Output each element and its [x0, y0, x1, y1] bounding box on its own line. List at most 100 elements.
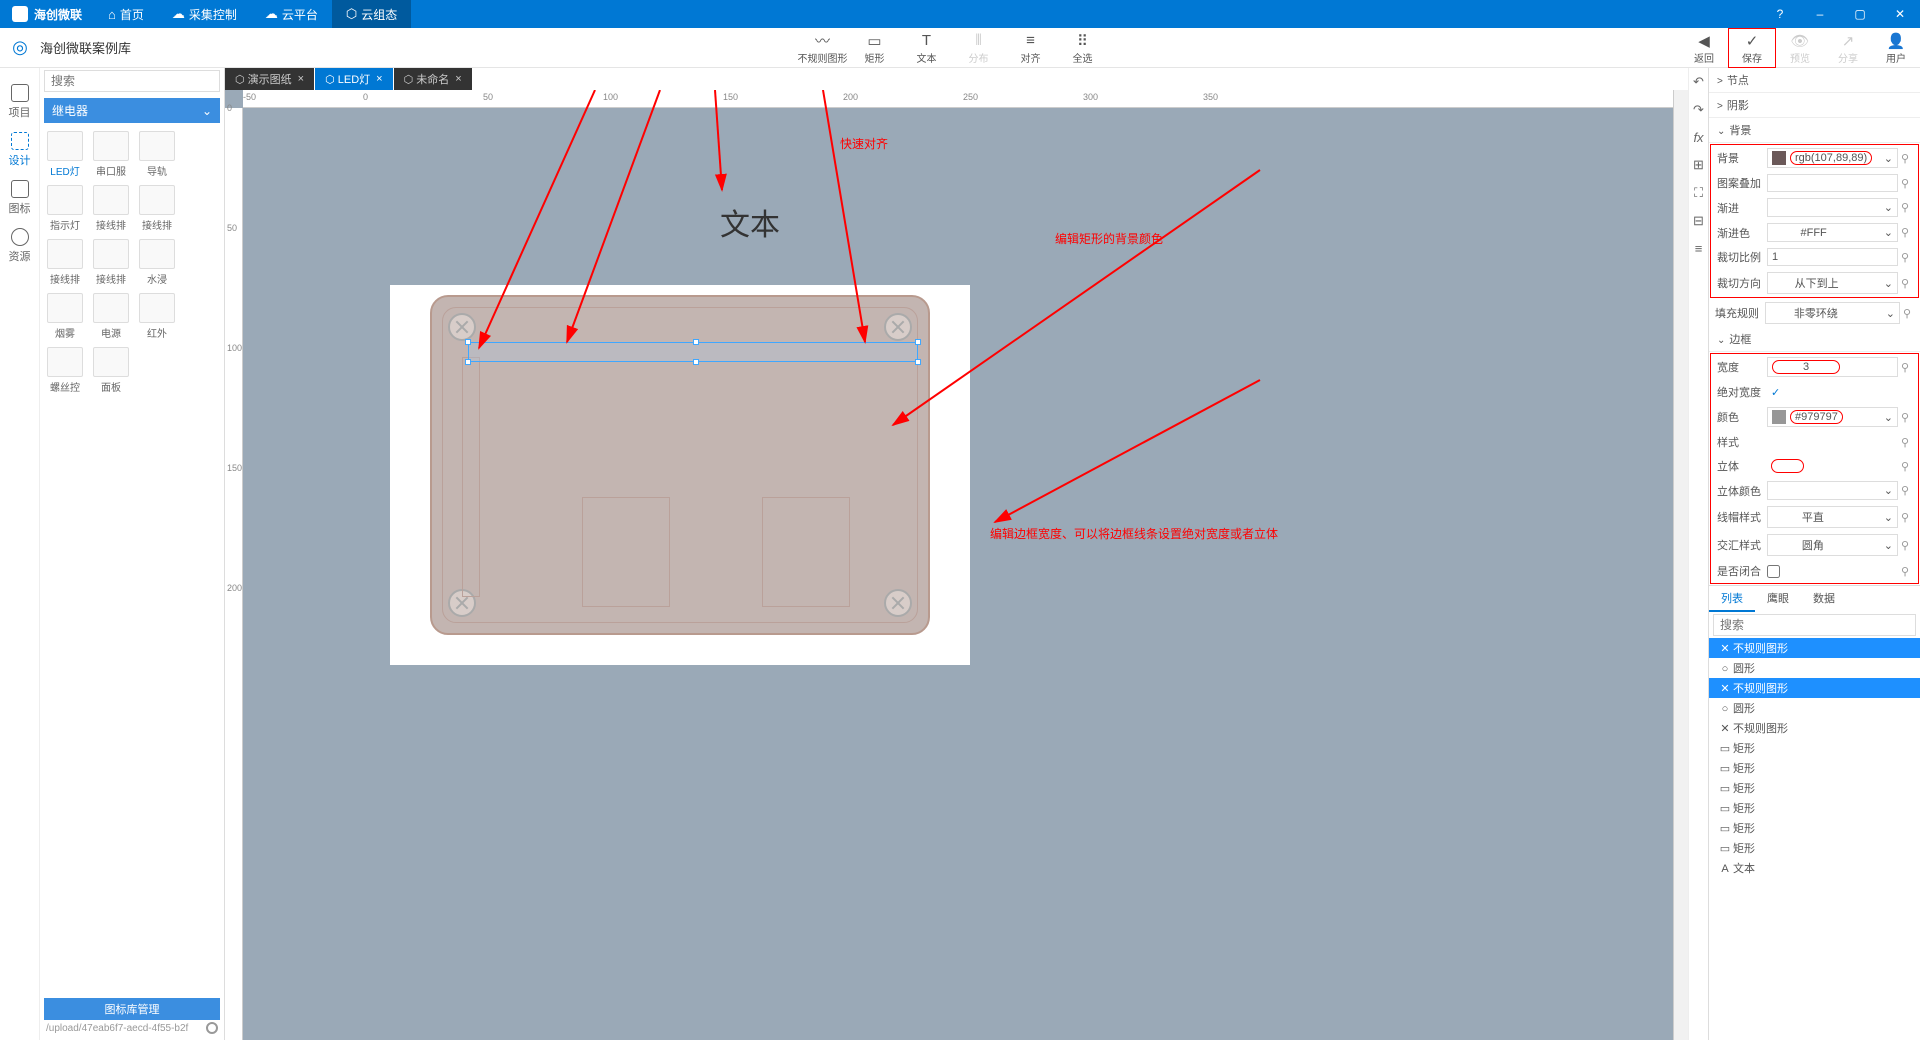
toolright-返回[interactable]: ◀返回: [1680, 28, 1728, 68]
layer-item[interactable]: ○圆形: [1709, 698, 1920, 718]
tool-对齐[interactable]: ≡对齐: [1005, 32, 1057, 65]
tab-eagle[interactable]: 鹰眼: [1755, 586, 1801, 612]
toolright-用户[interactable]: 👤用户: [1872, 28, 1920, 68]
gradcolor-field[interactable]: #FFF⌄: [1767, 223, 1898, 242]
grid-icon[interactable]: ⊞: [1693, 157, 1704, 173]
library-item[interactable]: 接线排: [136, 185, 178, 235]
fx-icon[interactable]: fx: [1693, 130, 1703, 145]
library-item[interactable]: 接线排: [90, 239, 132, 289]
nav-icons[interactable]: 图标: [0, 174, 40, 222]
tab[interactable]: ⬡ LED灯×: [315, 68, 393, 90]
library-item[interactable]: 串口服: [90, 131, 132, 181]
overlay-field[interactable]: [1767, 174, 1898, 192]
layer-list: ✕不规则图形○圆形✕不规则图形○圆形✕不规则图形▭矩形▭矩形▭矩形▭矩形▭矩形▭…: [1709, 638, 1920, 878]
layer-item[interactable]: ▭矩形: [1709, 818, 1920, 838]
library-manager-button[interactable]: 图标库管理: [44, 998, 220, 1020]
tool-文本[interactable]: T文本: [901, 32, 953, 65]
layer-item[interactable]: ▭矩形: [1709, 798, 1920, 818]
library-search-input[interactable]: [44, 70, 220, 92]
screw-icon[interactable]: [448, 313, 476, 341]
library-category[interactable]: 继电器⌄: [44, 98, 220, 123]
layer-search-input[interactable]: [1713, 614, 1916, 636]
device-shape[interactable]: [430, 295, 930, 635]
layer-item[interactable]: ✕不规则图形: [1709, 678, 1920, 698]
canvas-text-object[interactable]: 文本: [720, 200, 780, 244]
section-background[interactable]: 背景: [1709, 118, 1920, 143]
section-shadow[interactable]: 阴影: [1709, 93, 1920, 118]
tab[interactable]: ⬡ 演示图纸×: [225, 68, 314, 90]
toolright-分享[interactable]: ↗分享: [1824, 28, 1872, 68]
bg-color-field[interactable]: rgb(107,89,89)⌄: [1767, 148, 1898, 168]
selected-rect[interactable]: [468, 342, 918, 362]
menu-cfg[interactable]: ⬡云组态: [332, 0, 411, 28]
library-item[interactable]: 导轨: [136, 131, 178, 181]
layer-item[interactable]: ▭矩形: [1709, 758, 1920, 778]
library-item[interactable]: 红外: [136, 293, 178, 343]
library-item[interactable]: 面板: [90, 347, 132, 397]
device-slot[interactable]: [462, 357, 480, 597]
tool-全选[interactable]: ⠿全选: [1057, 32, 1109, 65]
layer-item[interactable]: ▭矩形: [1709, 838, 1920, 858]
cropdir-field[interactable]: 从下到上⌄: [1767, 272, 1898, 294]
list-icon[interactable]: ≡: [1695, 241, 1703, 256]
screw-icon[interactable]: [884, 589, 912, 617]
device-slot[interactable]: [582, 497, 670, 607]
library-item[interactable]: 螺丝控: [44, 347, 86, 397]
layer-item[interactable]: ○圆形: [1709, 658, 1920, 678]
sublogo-icon: ◎: [0, 37, 40, 58]
border-width-field[interactable]: 3: [1767, 357, 1898, 377]
maximize-icon[interactable]: ▢: [1840, 7, 1880, 21]
tab-data[interactable]: 数据: [1801, 586, 1847, 612]
nav-resource[interactable]: 资源: [0, 222, 40, 270]
menu-cloud[interactable]: ☁云平台: [251, 0, 332, 28]
device-slot[interactable]: [762, 497, 850, 607]
redo-icon[interactable]: ↷: [1693, 102, 1704, 118]
help-icon[interactable]: ?: [1760, 7, 1800, 21]
toolright-保存[interactable]: ✓保存: [1728, 28, 1776, 68]
library-item[interactable]: 接线排: [44, 239, 86, 289]
tool-矩形[interactable]: ▭矩形: [849, 32, 901, 65]
screw-icon[interactable]: [884, 313, 912, 341]
solid3d-field[interactable]: [1767, 457, 1898, 475]
tab-list[interactable]: 列表: [1709, 586, 1755, 612]
fillrule-field[interactable]: 非零环绕⌄: [1765, 302, 1900, 324]
border-style-field[interactable]: [1767, 433, 1898, 451]
section-border[interactable]: 边框: [1709, 327, 1920, 352]
library-item[interactable]: 电源: [90, 293, 132, 343]
cropratio-field[interactable]: 1: [1767, 248, 1898, 266]
layer-item[interactable]: ▭矩形: [1709, 778, 1920, 798]
library-item[interactable]: 烟雾: [44, 293, 86, 343]
library-item[interactable]: 指示灯: [44, 185, 86, 235]
nav-design[interactable]: 设计: [0, 126, 40, 174]
section-node[interactable]: 节点: [1709, 68, 1920, 93]
closed-checkbox[interactable]: [1767, 565, 1780, 578]
library-item[interactable]: 接线排: [90, 185, 132, 235]
join-field[interactable]: 圆角⌄: [1767, 534, 1898, 556]
abswidth-checkbox[interactable]: ✓: [1767, 383, 1912, 401]
tab[interactable]: ⬡ 未命名×: [394, 68, 472, 90]
zoom-slider[interactable]: [206, 1022, 218, 1034]
library-item[interactable]: 水浸: [136, 239, 178, 289]
gradient-field[interactable]: ⌄: [1767, 198, 1898, 217]
close-icon[interactable]: ✕: [1880, 7, 1920, 21]
canvas[interactable]: -50050100150200250300350 050100150200 文本…: [225, 90, 1688, 1040]
layer-item[interactable]: ✕不规则图形: [1709, 718, 1920, 738]
cap-field[interactable]: 平直⌄: [1767, 506, 1898, 528]
solid3dcolor-field[interactable]: ⌄: [1767, 481, 1898, 500]
nav-project[interactable]: 项目: [0, 78, 40, 126]
border-color-field[interactable]: #979797⌄: [1767, 407, 1898, 427]
minimize-icon[interactable]: –: [1800, 7, 1840, 21]
align-icon[interactable]: ⊟: [1693, 213, 1704, 229]
layer-item[interactable]: ▭矩形: [1709, 738, 1920, 758]
library-item[interactable]: LED灯: [44, 131, 86, 181]
tool-分布[interactable]: ⦀分布: [953, 32, 1005, 65]
menu-collect[interactable]: ☁采集控制: [158, 0, 251, 28]
layer-item[interactable]: ✕不规则图形: [1709, 638, 1920, 658]
tool-不规则图形[interactable]: 〰不规则图形: [797, 32, 849, 65]
menu-home[interactable]: ⌂首页: [94, 0, 158, 28]
link-icon[interactable]: ⚲: [1898, 152, 1912, 165]
expand-icon[interactable]: ⛶: [1694, 185, 1703, 201]
toolright-预览[interactable]: 👁预览: [1776, 28, 1824, 68]
layer-item[interactable]: A文本: [1709, 858, 1920, 878]
undo-icon[interactable]: ↶: [1693, 74, 1704, 90]
